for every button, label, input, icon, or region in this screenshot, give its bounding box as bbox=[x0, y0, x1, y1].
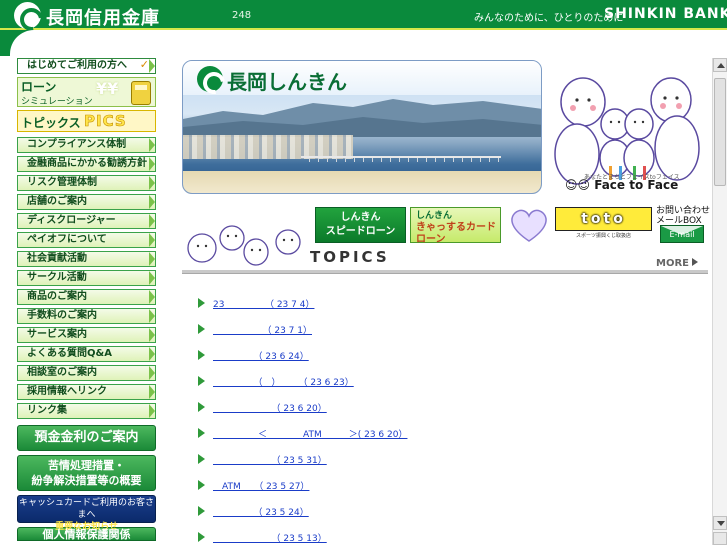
speed-loan-line-1: しんきん bbox=[340, 212, 381, 223]
complaint-line-2: 紛争解決措置等の概要 bbox=[31, 474, 142, 487]
bullet-arrow-icon bbox=[198, 350, 205, 360]
email-icon[interactable]: E-mail bbox=[660, 225, 704, 243]
toto-subtitle: スポーツ振興くじ取扱店 bbox=[576, 233, 631, 239]
sidebar-item-circle-activities[interactable]: サークル活動 bbox=[17, 270, 156, 286]
complaint-handling-button[interactable]: 苦情処理措置・ 紛争解決措置等の概要 bbox=[17, 455, 156, 491]
face-to-face-logo: ☺☺ Face to Face bbox=[565, 178, 679, 192]
mail-label-line-1: お問い合わせ bbox=[656, 206, 711, 216]
topic-link[interactable]: （ 23 7 1） bbox=[213, 323, 312, 336]
speed-loan-banner[interactable]: しんきん スピードローン bbox=[315, 207, 406, 243]
sidebar-item-branches[interactable]: 店舗のご案内 bbox=[17, 194, 156, 210]
privacy-button[interactable]: 個人情報保護関係 bbox=[17, 527, 156, 541]
topic-link[interactable]: ＜ ATM ＞( 23 6 20） bbox=[213, 427, 407, 440]
sidebar-item-fees[interactable]: 手数料のご案内 bbox=[17, 308, 156, 324]
bullet-arrow-icon bbox=[198, 480, 205, 490]
sidebar-item-faq[interactable]: よくある質問Q&A bbox=[17, 346, 156, 362]
sidebar-item-compliance[interactable]: コンプライアンス体制 bbox=[17, 137, 156, 153]
deposit-rates-button[interactable]: 預金金利のご案内 bbox=[17, 425, 156, 451]
topic-link[interactable]: ATM （ 23 5 27） bbox=[213, 479, 309, 492]
bullet-arrow-icon bbox=[198, 428, 205, 438]
tagline: みんなのために、ひとりのために bbox=[474, 13, 624, 24]
scroll-down-arrow-icon[interactable] bbox=[713, 516, 727, 530]
site-header: 長岡信用金庫 248 みんなのために、ひとりのために SHINKIN BANK bbox=[0, 0, 727, 30]
hero-photo-banner: 長岡しんきん bbox=[182, 60, 542, 194]
header-corner bbox=[0, 30, 44, 56]
bank-name[interactable]: 長岡信用金庫 bbox=[46, 4, 160, 30]
scroll-up-arrow-icon[interactable] bbox=[713, 58, 727, 72]
topic-link[interactable]: （ 23 5 31） bbox=[213, 453, 327, 466]
bullet-arrow-icon bbox=[198, 324, 205, 334]
banner-title-bar: 長岡しんきん bbox=[183, 61, 541, 95]
topics-divider bbox=[182, 270, 708, 274]
sidebar-item-disclosure[interactable]: ディスクロージャー bbox=[17, 213, 156, 229]
scrollbar-corner bbox=[713, 532, 727, 545]
card-loan-line-2: きゃっするカードローン bbox=[416, 222, 496, 245]
bullet-arrow-icon bbox=[198, 454, 205, 464]
loan-subtitle: シミュレーション bbox=[21, 97, 93, 107]
sidebar-item-links[interactable]: リンク集 bbox=[17, 403, 156, 419]
banner-title: 長岡しんきん bbox=[227, 70, 347, 94]
topics-title: TOPICS bbox=[310, 248, 390, 266]
mountain-range bbox=[183, 99, 541, 137]
visitor-counter: 248 bbox=[232, 10, 252, 21]
sidebar-item-products[interactable]: 商品のご案内 bbox=[17, 289, 156, 305]
email-icon-label: E-mail bbox=[669, 230, 695, 239]
bullet-arrow-icon bbox=[198, 402, 205, 412]
river-bridge bbox=[301, 156, 501, 162]
topic-link[interactable]: （ 23 5 24） bbox=[213, 505, 309, 518]
bullet-arrow-icon bbox=[198, 298, 205, 308]
sidebar-item-recruitment[interactable]: 採用情報へリンク bbox=[17, 384, 156, 400]
topic-link[interactable]: （ 23 6 24） bbox=[213, 349, 309, 362]
sidebar-item-risk-management[interactable]: リスク管理体制 bbox=[17, 175, 156, 191]
bullet-arrow-icon bbox=[198, 506, 205, 516]
card-loan-banner[interactable]: しんきん きゃっするカードローン bbox=[410, 207, 501, 245]
sidebar-item-solicitation-policy[interactable]: 金融商品にかかる勧誘方針 bbox=[17, 156, 156, 172]
sidebar-item-services[interactable]: サービス案内 bbox=[17, 327, 156, 343]
shinkin-logo-icon[interactable] bbox=[14, 2, 41, 29]
cash-card-notice-button[interactable]: キャッシュカードご利用のお客さまへ 重要なお知らせ bbox=[17, 495, 156, 532]
bullet-arrow-icon bbox=[198, 376, 205, 386]
loan-title: ローン bbox=[21, 80, 57, 94]
loan-simulation-button[interactable]: ローン シミュレーション ¥¥ bbox=[17, 77, 156, 107]
heart-banner-icon[interactable] bbox=[507, 207, 551, 243]
bullet-arrow-icon bbox=[198, 532, 205, 542]
card-loan-line-1: しんきん bbox=[416, 211, 453, 221]
topics-label-jp: トピックス bbox=[21, 116, 81, 130]
topics-button[interactable]: トピックス PICS bbox=[17, 110, 156, 132]
sidebar-item-first-time[interactable]: はじめてご利用の方へ bbox=[17, 58, 156, 74]
mail-box-label: お問い合わせ メールBOX bbox=[656, 206, 710, 226]
riverbank bbox=[183, 171, 541, 193]
scrollbar-thumb[interactable] bbox=[714, 78, 726, 186]
sidebar-nav: はじめてご利用の方へ ローン シミュレーション ¥¥ トピックス PICS コン… bbox=[17, 58, 156, 541]
sidebar-item-payoff[interactable]: ペイオフについて bbox=[17, 232, 156, 248]
notice-line-1: キャッシュカードご利用のお客さまへ bbox=[18, 498, 154, 520]
complaint-line-1: 苦情処理措置・ bbox=[48, 459, 125, 472]
shinkin-logo-icon bbox=[197, 66, 223, 92]
face-to-face-text: Face to Face bbox=[594, 178, 679, 192]
toto-banner[interactable]: toto bbox=[555, 207, 652, 231]
topic-link[interactable]: （ 23 5 13） bbox=[213, 531, 327, 544]
topics-header: TOPICS bbox=[306, 248, 708, 266]
topic-link[interactable]: 23 （ 23 7 4） bbox=[213, 297, 314, 310]
calculator-icon bbox=[131, 81, 151, 105]
more-button[interactable]: MORE bbox=[656, 258, 698, 269]
sidebar-item-social-contribution[interactable]: 社会貢献活動 bbox=[17, 251, 156, 267]
topic-link[interactable]: （ 23 6 20） bbox=[213, 401, 327, 414]
page-root: 長岡信用金庫 248 みんなのために、ひとりのために SHINKIN BANK … bbox=[0, 0, 727, 545]
speed-loan-line-2: スピードローン bbox=[325, 226, 396, 237]
sidebar-item-consultation[interactable]: 相談室のご案内 bbox=[17, 365, 156, 381]
topics-mascot-illustration bbox=[187, 225, 301, 266]
shinkin-bank-brand: SHINKIN BANK bbox=[604, 6, 727, 22]
topics-label-en: PICS bbox=[84, 112, 127, 131]
vertical-scrollbar[interactable] bbox=[712, 58, 727, 545]
topic-link[interactable]: （ ） （ 23 6 23） bbox=[213, 375, 354, 388]
yen-decoration-icon: ¥¥ bbox=[96, 79, 119, 98]
